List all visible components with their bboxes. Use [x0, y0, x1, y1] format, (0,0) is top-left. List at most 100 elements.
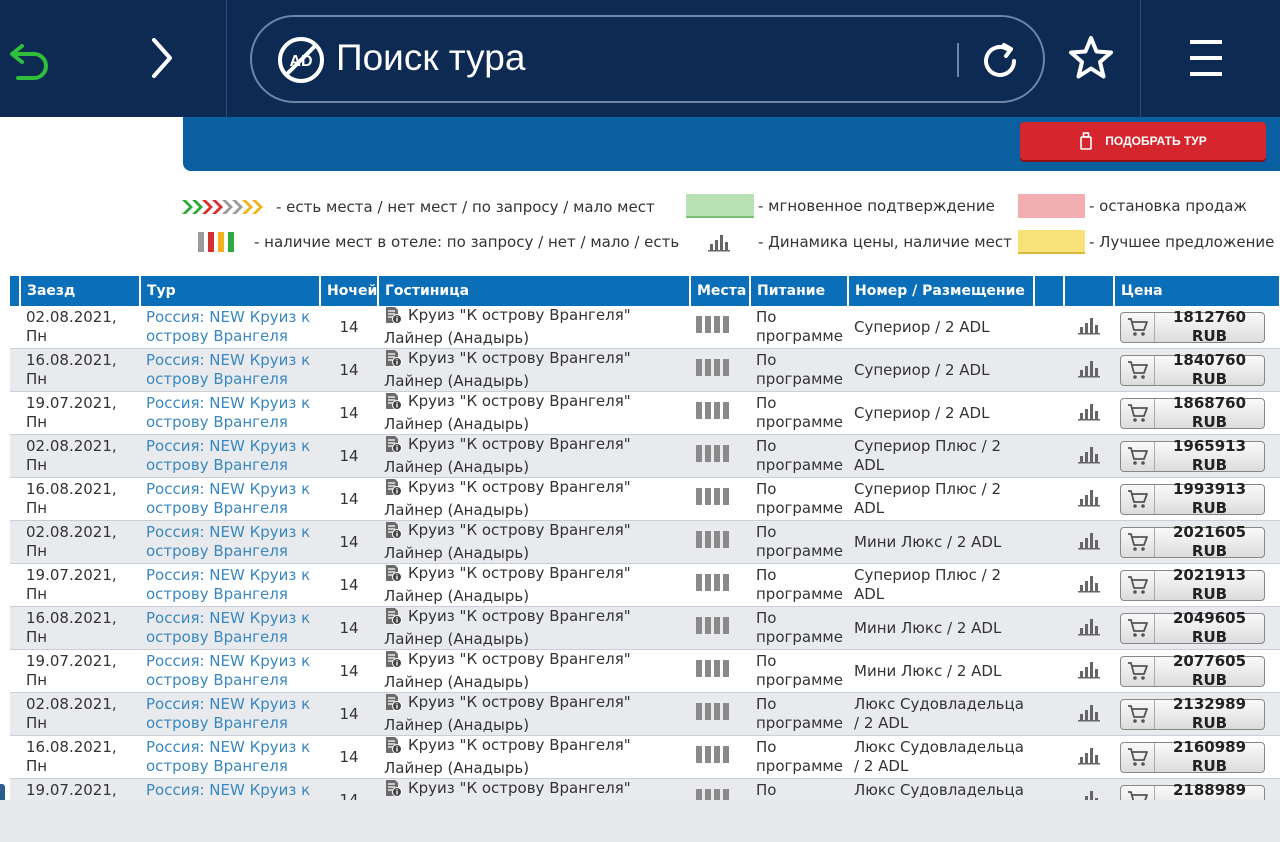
tour-link[interactable]: Россия: NEW Круиз к острову Врангеля — [146, 480, 310, 517]
cell-tour[interactable]: Россия: NEW Круиз к острову Врангеля — [140, 735, 320, 779]
buy-price-button[interactable]: 2160989 RUB — [1120, 738, 1265, 775]
hotel-name: Круиз "К острову Врангеля" Лайнер (Анады… — [384, 349, 631, 390]
header-blank-2 — [1064, 276, 1115, 306]
url-text[interactable]: Поиск тура — [336, 37, 525, 79]
buy-price-button[interactable]: 2021605 RUB — [1120, 523, 1265, 560]
menu-icon[interactable] — [1178, 30, 1234, 86]
hotel-info-icon[interactable] — [384, 650, 402, 673]
cart-icon — [1121, 570, 1155, 600]
cell-tour[interactable]: Россия: NEW Круиз к островy Врангеля — [140, 306, 320, 349]
buy-price-button[interactable]: 2132989 RUB — [1120, 695, 1265, 732]
buy-price-button[interactable]: 2021913 RUB — [1120, 566, 1265, 603]
price-dynamics-icon[interactable] — [1078, 575, 1100, 597]
cell-tour[interactable]: Россия: NEW Круиз к острову Врангеля — [140, 434, 320, 478]
cell-tour[interactable]: Россия: NEW Круиз к острову Врангеля — [140, 477, 320, 521]
table-row[interactable]: 02.08.2021, Пн Россия: NEW Круиз к остров… — [10, 692, 1280, 736]
header-price[interactable]: Цена — [1114, 276, 1280, 306]
table-row[interactable]: 02.08.2021, Пн Россия: NEW Круиз к остров… — [10, 434, 1280, 478]
cell-nights: 14 — [320, 477, 378, 521]
tour-link[interactable]: Россия: NEW Круиз к острову Врангеля — [146, 609, 310, 646]
price-dynamics-icon[interactable] — [1078, 403, 1100, 425]
hotel-info-icon[interactable] — [384, 478, 402, 501]
table-row[interactable]: 19.07.2021, ПнРоссия: NEW Круиз к остров… — [10, 563, 1280, 607]
header-hotel[interactable]: Гостиница — [378, 276, 691, 306]
hotel-name: Круиз "К острову Врангеля" Лайнер (Анады… — [384, 435, 631, 476]
tour-link[interactable]: Россия: NEW Круиз к острову Врангеля — [146, 652, 310, 689]
tour-link[interactable]: Россия: NEW Круиз к острову Врангеля — [146, 523, 310, 560]
price-dynamics-icon[interactable] — [1078, 747, 1100, 769]
cell-tour[interactable]: Россия: NEW Круиз к острову Врангеля — [140, 649, 320, 693]
header-seats[interactable]: Места — [690, 276, 751, 306]
cell-tour[interactable]: Россия: NEW Круиз к острову Врангеля — [140, 563, 320, 607]
buy-price-button[interactable]: 1840760 RUB — [1120, 351, 1265, 388]
seats-bars-icon — [696, 617, 729, 634]
price-dynamics-icon[interactable] — [1078, 360, 1100, 382]
cell-date: 16.08.2021, Пн — [20, 606, 140, 650]
buy-price-button[interactable]: 2049605 RUB — [1120, 609, 1265, 646]
table-row[interactable]: 02.08.2021, Пн Россия: NEW Круиз к остров… — [10, 520, 1280, 564]
table-row[interactable]: 16.08.2021, Пн Россия: NEW Круиз к остров… — [10, 735, 1280, 779]
buy-price-button[interactable]: 1812760 RUB — [1120, 308, 1265, 345]
table-row[interactable]: 16.08.2021, Пн Россия: NEW Круиз к остров… — [10, 477, 1280, 521]
tour-link[interactable]: Россия: NEW Круиз к острову Врангеля — [146, 351, 310, 388]
cell-tour[interactable]: Россия: NEW Круиз к острову Врангеля — [140, 692, 320, 736]
hotel-availability-bars-icon — [198, 232, 236, 257]
row-spacer — [10, 606, 20, 650]
table-row[interactable]: 16.08.2021, Пн Россия: NEW Круиз к остров… — [10, 348, 1280, 392]
table-row[interactable]: 16.08.2021, Пн Россия: NEW Круиз к остров… — [10, 606, 1280, 650]
cell-tour[interactable]: Россия: NEW Круиз к острову Врангеля — [140, 520, 320, 564]
tour-link[interactable]: Россия: NEW Круиз к островy Врангеля — [146, 308, 310, 345]
hotel-info-icon[interactable] — [384, 349, 402, 372]
header-meal[interactable]: Питание — [750, 276, 849, 306]
buy-price-button[interactable]: 1965913 RUB — [1120, 437, 1265, 474]
price-dynamics-icon[interactable] — [1078, 489, 1100, 511]
table-row[interactable]: 19.07.2021, ПнРоссия: NEW Круиз к остров… — [10, 391, 1280, 435]
hotel-info-icon[interactable] — [384, 392, 402, 415]
price-dynamics-icon[interactable] — [1078, 532, 1100, 554]
header-room[interactable]: Номер / Размещение — [848, 276, 1035, 306]
price-dynamics-icon[interactable] — [1078, 661, 1100, 683]
tour-link[interactable]: Россия: NEW Круиз к острову Врангеля — [146, 695, 310, 732]
adblock-icon[interactable]: AD — [276, 35, 326, 90]
forward-chevron-icon[interactable] — [132, 30, 188, 86]
reload-icon[interactable] — [974, 35, 1026, 92]
pick-tour-button[interactable]: ПОДОБРАТЬ ТУР — [1020, 122, 1266, 160]
tour-link[interactable]: Россия: NEW Круиз к острову Врангеля — [146, 566, 310, 603]
table-row[interactable]: 19.07.2021, ПнРоссия: NEW Круиз к остров… — [10, 649, 1280, 693]
tour-link[interactable]: Россия: NEW Круиз к острову Врангеля — [146, 437, 310, 474]
tour-link[interactable]: Россия: NEW Круиз к острову Врангеля — [146, 394, 310, 431]
cell-meal: По программе — [750, 348, 848, 392]
hotel-info-icon[interactable] — [384, 306, 402, 329]
header-date[interactable]: Заезд — [20, 276, 141, 306]
header-nights[interactable]: Ночей — [320, 276, 379, 306]
cell-room: Мини Люкс / 2 ADL — [848, 606, 1034, 650]
tour-link[interactable]: Россия: NEW Круиз к острову Врангеля — [146, 738, 310, 775]
address-bar[interactable]: AD Поиск тура — [250, 15, 1045, 103]
hotel-info-icon[interactable] — [384, 736, 402, 759]
hotel-info-icon[interactable] — [384, 521, 402, 544]
price-dynamics-icon[interactable] — [1078, 446, 1100, 468]
cell-tour[interactable]: Россия: NEW Круиз к острову Врангеля — [140, 348, 320, 392]
star-icon[interactable] — [1063, 30, 1119, 86]
price-dynamics-icon[interactable] — [1078, 618, 1100, 640]
price-dynamics-icon[interactable] — [1078, 317, 1100, 339]
back-arrow-icon[interactable] — [2, 30, 58, 86]
cell-tour[interactable]: Россия: NEW Круиз к острову Врангеля — [140, 391, 320, 435]
price-dynamics-icon[interactable] — [1078, 704, 1100, 726]
hotel-info-icon[interactable] — [384, 693, 402, 716]
buy-price-button[interactable]: 1993913 RUB — [1120, 480, 1265, 517]
price-amount: 1993913 RUB — [1172, 480, 1247, 517]
hotel-info-icon[interactable] — [384, 607, 402, 630]
seats-bars-icon — [696, 703, 729, 720]
cell-tour[interactable]: Россия: NEW Круиз к острову Врангеля — [140, 606, 320, 650]
buy-price-button[interactable]: 1868760 RUB — [1120, 394, 1265, 431]
cell-nights: 14 — [320, 306, 378, 349]
cell-seats — [690, 692, 750, 736]
hotel-info-icon[interactable] — [384, 779, 402, 802]
table-row[interactable]: 02.08.2021, Пн Россия: NEW Круиз к остров… — [10, 306, 1280, 349]
buy-price-button[interactable]: 2077605 RUB — [1120, 652, 1265, 689]
hotel-info-icon[interactable] — [384, 435, 402, 458]
hotel-info-icon[interactable] — [384, 564, 402, 587]
cart-icon — [1121, 398, 1155, 428]
header-tour[interactable]: Тур — [140, 276, 321, 306]
